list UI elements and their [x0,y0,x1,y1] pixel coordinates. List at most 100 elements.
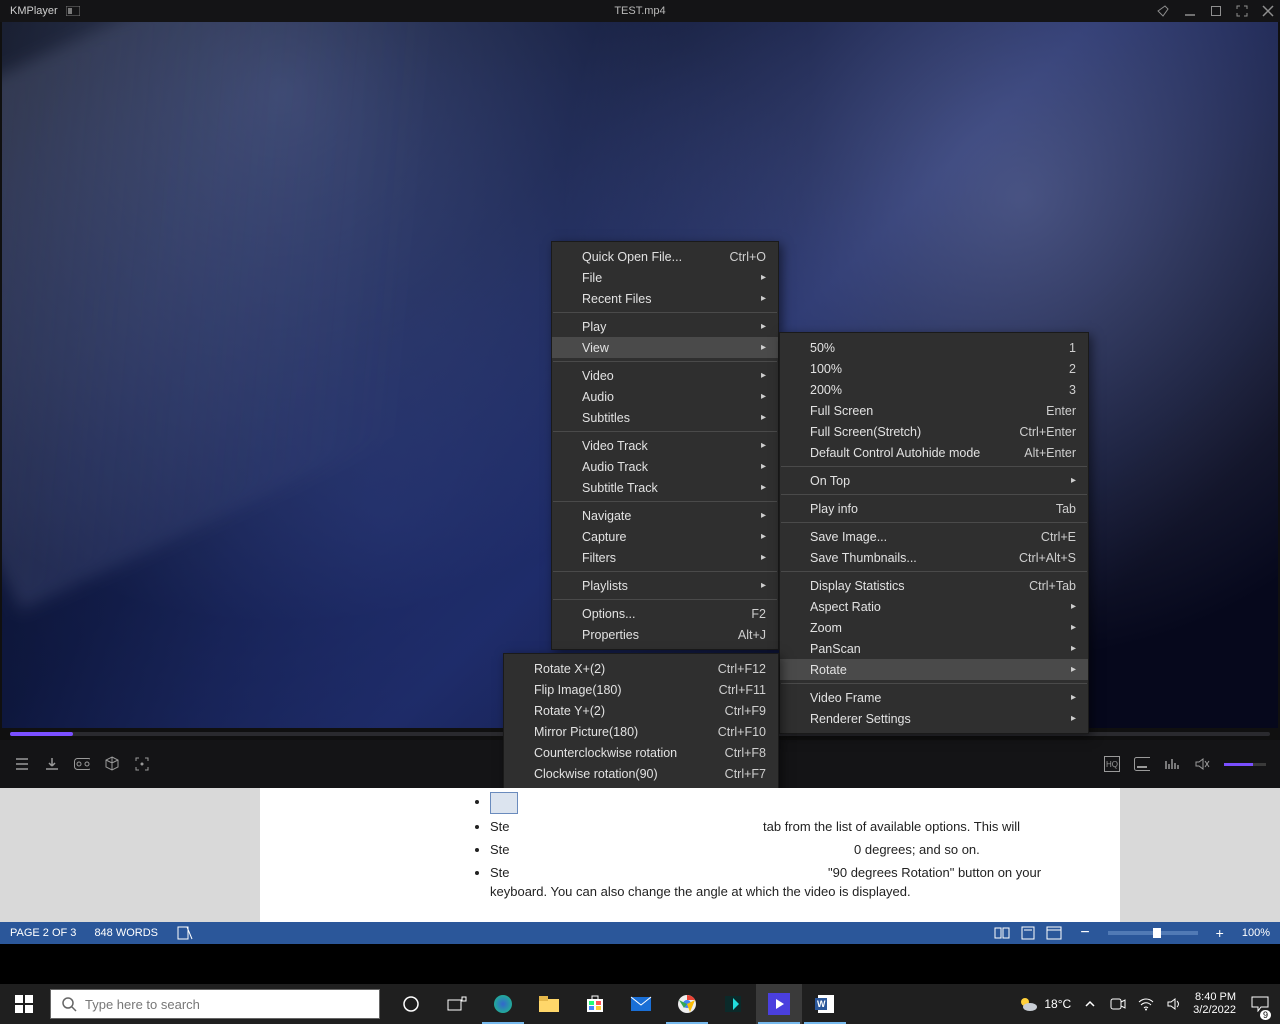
main-menu-item[interactable]: Navigate▸ [552,505,778,526]
tray-chevron-up-icon[interactable] [1081,995,1099,1013]
menu-item-label: Properties [582,628,639,642]
close-button[interactable] [1262,5,1274,17]
view-menu-item[interactable]: Play infoTab [780,498,1088,519]
view-menu-item[interactable]: 200%3 [780,379,1088,400]
view-menu-item[interactable]: Save Image...Ctrl+E [780,526,1088,547]
edge-icon[interactable] [480,984,526,1024]
menu-item-label: Video [582,369,614,383]
rotate-menu-item[interactable]: Counterclockwise rotationCtrl+F8 [504,742,778,763]
menu-item-label: Clockwise rotation(90) [534,767,658,781]
main-menu-item[interactable]: Options...F2 [552,603,778,624]
ms-store-icon[interactable] [572,984,618,1024]
view-menu-item[interactable]: Full Screen(Stretch)Ctrl+Enter [780,421,1088,442]
view-menu-item[interactable]: Renderer Settings▸ [780,708,1088,729]
zoom-percent[interactable]: 100% [1242,927,1270,939]
rotate-menu-item[interactable]: Flip Image(180)Ctrl+F11 [504,679,778,700]
start-button[interactable] [0,984,48,1024]
focus-icon[interactable] [134,756,150,772]
view-menu-item[interactable]: 50%1 [780,337,1088,358]
main-menu-item[interactable]: Playlists▸ [552,575,778,596]
vr-icon[interactable] [74,756,90,772]
main-menu-item[interactable]: Filters▸ [552,547,778,568]
hq-icon[interactable]: HQ [1104,756,1120,772]
word-status-page[interactable]: PAGE 2 OF 3 [10,927,76,939]
app-generic-icon[interactable] [710,984,756,1024]
rotate-menu-item[interactable]: Rotate Y+(2)Ctrl+F9 [504,700,778,721]
main-menu-item[interactable]: Play▸ [552,316,778,337]
view-menu-item[interactable]: Default Control Autohide modeAlt+Enter [780,442,1088,463]
action-center-button[interactable]: 9 [1246,984,1274,1024]
mail-icon[interactable] [618,984,664,1024]
menu-item-label: Display Statistics [810,579,904,593]
taskbar-search[interactable]: Type here to search [50,989,380,1019]
file-explorer-icon[interactable] [526,984,572,1024]
fullscreen-button[interactable] [1236,5,1248,17]
view-menu-item[interactable]: Video Frame▸ [780,687,1088,708]
chevron-right-icon: ▸ [741,370,766,381]
menu-item-label: Play [582,320,606,334]
main-menu-item[interactable]: Recent Files▸ [552,288,778,309]
main-menu-item[interactable]: Video Track▸ [552,435,778,456]
main-menu-item[interactable]: File▸ [552,267,778,288]
chevron-right-icon: ▸ [741,580,766,591]
read-mode-icon[interactable] [994,926,1010,940]
zoom-out-button[interactable]: − [1080,925,1089,941]
view-menu-item[interactable]: Rotate▸ [780,659,1088,680]
main-menu-item[interactable]: Audio▸ [552,386,778,407]
view-menu-item[interactable]: PanScan▸ [780,638,1088,659]
menu-item-label: Flip Image(180) [534,683,622,697]
cc-icon[interactable] [1134,756,1150,772]
menu-separator [781,571,1087,572]
maximize-button[interactable] [1210,5,1222,17]
zoom-in-button[interactable]: + [1216,925,1224,941]
chrome-icon[interactable] [664,984,710,1024]
view-menu-item[interactable]: Full ScreenEnter [780,400,1088,421]
main-menu-item[interactable]: Video ▸ [552,365,778,386]
spellcheck-icon[interactable] [176,924,194,942]
rotate-menu-item[interactable]: Mirror Picture(180)Ctrl+F10 [504,721,778,742]
view-menu-item[interactable]: Display StatisticsCtrl+Tab [780,575,1088,596]
minimize-button[interactable] [1184,5,1196,17]
chevron-right-icon: ▸ [1051,664,1076,675]
main-menu-item[interactable]: Audio Track▸ [552,456,778,477]
view-menu-item[interactable]: Save Thumbnails...Ctrl+Alt+S [780,547,1088,568]
view-menu-item[interactable]: Aspect Ratio▸ [780,596,1088,617]
word-taskbar-icon[interactable]: W [802,984,848,1024]
view-menu-item[interactable]: Zoom▸ [780,617,1088,638]
mute-icon[interactable] [1194,756,1210,772]
3d-cube-icon[interactable] [104,756,120,772]
tray-meet-now-icon[interactable] [1109,995,1127,1013]
kmplayer-taskbar-icon[interactable] [756,984,802,1024]
web-layout-icon[interactable] [1046,926,1062,940]
rotate-menu-item[interactable]: Clockwise rotation(90)Ctrl+F7 [504,763,778,784]
task-view-button[interactable] [434,984,480,1024]
main-menu-item[interactable]: Quick Open File...Ctrl+O [552,246,778,267]
tray-wifi-icon[interactable] [1137,995,1155,1013]
rotate-menu-item[interactable]: Rotate X+(2)Ctrl+F12 [504,658,778,679]
tray-volume-icon[interactable] [1165,995,1183,1013]
chevron-right-icon: ▸ [741,272,766,283]
tray-clock[interactable]: 8:40 PM 3/2/2022 [1193,991,1236,1016]
volume-slider[interactable] [1224,763,1266,766]
view-menu-item[interactable]: 100%2 [780,358,1088,379]
equalizer-icon[interactable] [1164,756,1180,772]
view-menu-item[interactable]: On Top▸ [780,470,1088,491]
main-menu-item[interactable]: Subtitles▸ [552,407,778,428]
menu-item-label: On Top [810,474,850,488]
main-menu-item[interactable]: Subtitle Track▸ [552,477,778,498]
main-menu-item[interactable]: PropertiesAlt+J [552,624,778,645]
cortana-button[interactable] [388,984,434,1024]
taskbar-apps: W [388,984,848,1024]
main-menu-item[interactable]: Capture▸ [552,526,778,547]
playlist-icon[interactable] [14,756,30,772]
print-layout-icon[interactable] [1020,926,1036,940]
zoom-slider[interactable] [1108,931,1198,935]
menu-item-label: Audio Track [582,460,648,474]
weather-widget[interactable]: 18°C [1018,995,1071,1013]
download-icon[interactable] [44,756,60,772]
menu-item-shortcut: Ctrl+O [730,250,766,264]
ontop-pin-icon[interactable] [1156,4,1170,18]
menu-separator [553,361,777,362]
main-menu-item[interactable]: View▸ [552,337,778,358]
word-status-words[interactable]: 848 WORDS [94,927,158,939]
